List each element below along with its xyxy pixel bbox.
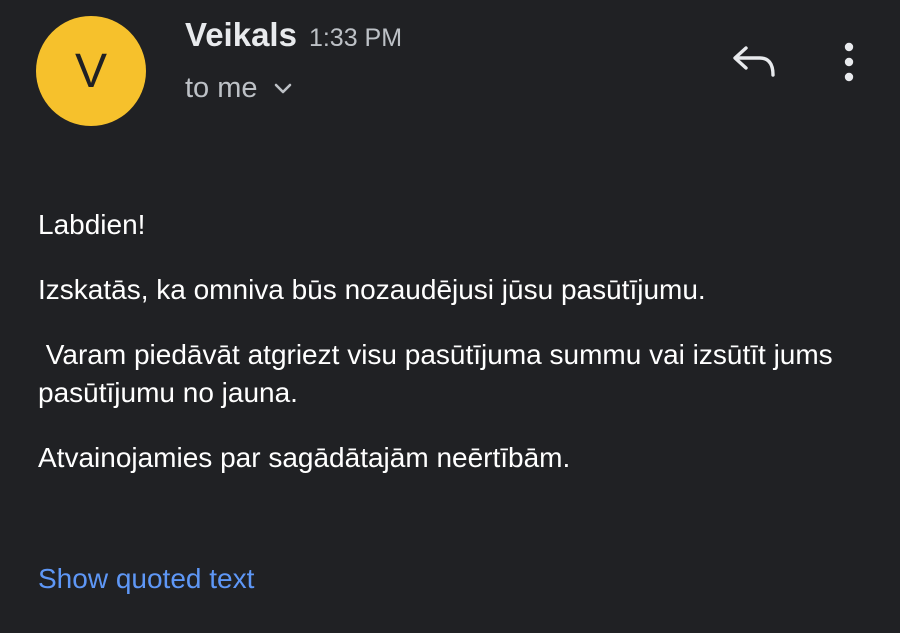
message-header: V Veikals 1:33 PM to me bbox=[0, 0, 900, 150]
message-paragraph: Varam piedāvāt atgriezt visu pasūtījuma … bbox=[38, 339, 841, 408]
more-options-button[interactable] bbox=[826, 36, 872, 92]
recipient-label: to me bbox=[185, 72, 258, 104]
message-paragraph: Izskatās, ka omniva būs nozaudējusi jūsu… bbox=[38, 274, 706, 305]
message-greeting: Labdien! bbox=[38, 209, 146, 240]
message-paragraph: Atvainojamies par sagādātajām neērtībām. bbox=[38, 442, 571, 473]
reply-icon bbox=[732, 44, 778, 83]
avatar-letter: V bbox=[74, 44, 107, 98]
recipient-details-toggle[interactable]: to me bbox=[185, 72, 292, 105]
show-quoted-text-link[interactable]: Show quoted text bbox=[38, 563, 254, 595]
chevron-down-icon bbox=[274, 83, 292, 95]
message-body: Labdien! Izskatās, ka omniva būs nozaudē… bbox=[38, 206, 878, 477]
reply-button[interactable] bbox=[722, 38, 788, 88]
more-vert-icon bbox=[843, 42, 855, 87]
sender-line: Veikals 1:33 PM bbox=[185, 16, 402, 54]
sender-name[interactable]: Veikals bbox=[185, 16, 297, 54]
avatar[interactable]: V bbox=[36, 16, 146, 126]
message-time: 1:33 PM bbox=[308, 24, 403, 52]
